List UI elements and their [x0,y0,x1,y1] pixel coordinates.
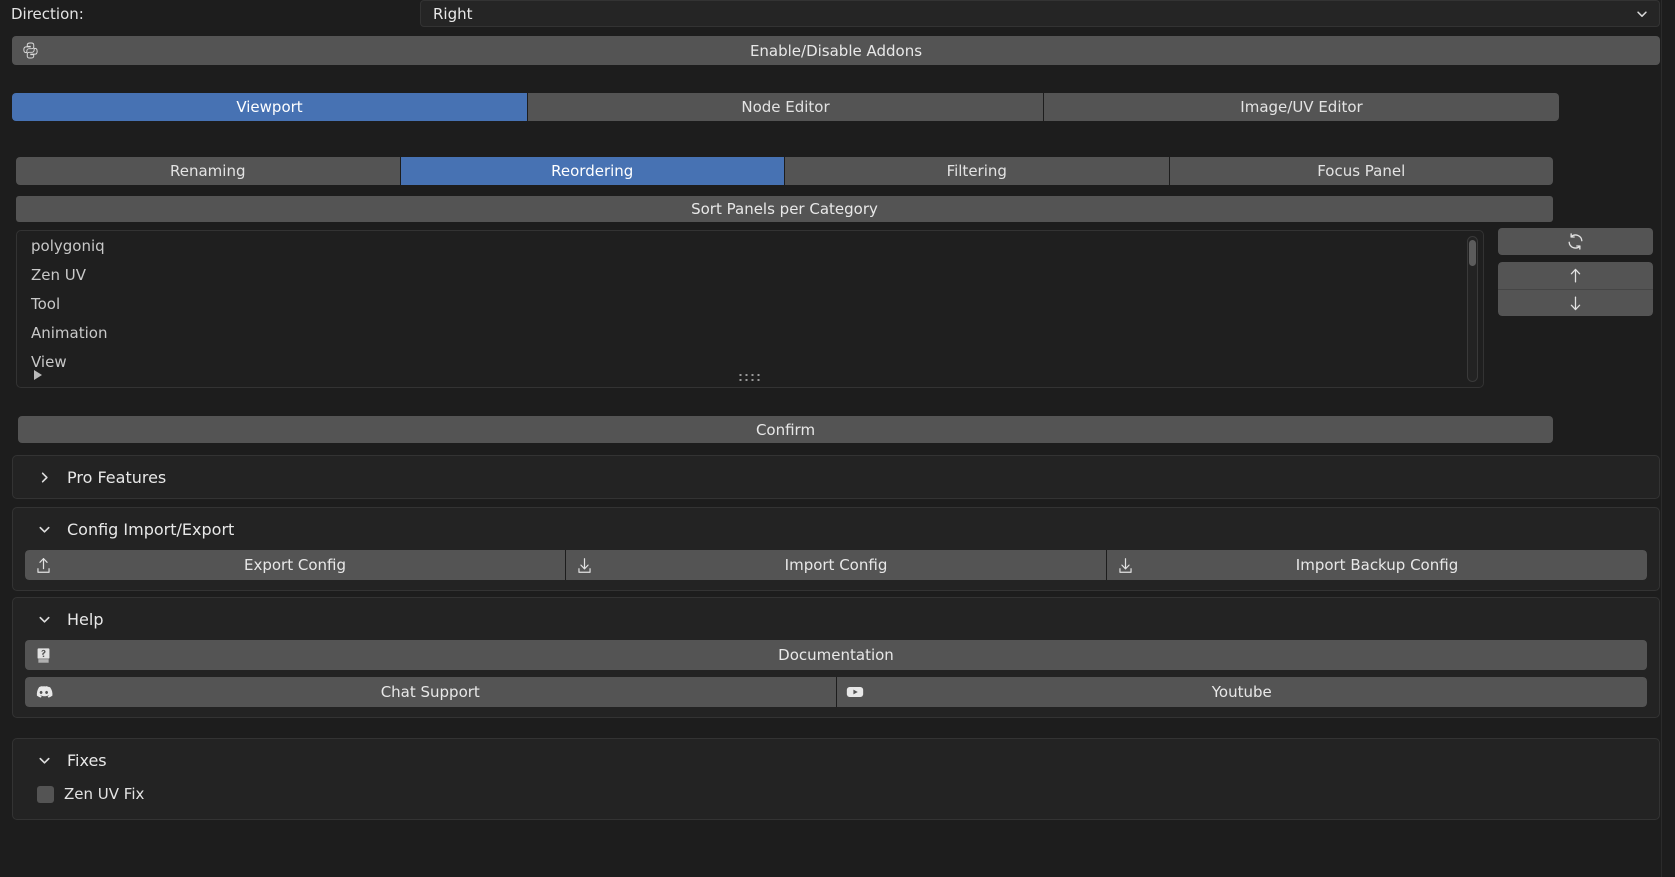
panel-help-title: Help [67,609,104,629]
list-item[interactable]: Zen UV [17,260,1483,289]
zen-uv-fix-checkbox-row[interactable]: Zen UV Fix [25,781,1647,809]
window-scrollbar[interactable] [1661,0,1675,877]
move-up-button[interactable] [1498,262,1653,289]
move-down-button[interactable] [1498,289,1653,316]
discord-icon [33,682,53,702]
manual-question-icon [33,645,53,665]
panel-config-import-export: Config Import/Export Export Config Impor… [12,507,1660,591]
panel-pro-features-title: Pro Features [67,467,167,487]
export-config-button[interactable]: Export Config [25,550,566,580]
panel-pro-features: Pro Features [12,455,1660,499]
tab-image-uv-editor[interactable]: Image/UV Editor [1044,93,1559,121]
panel-fixes-title: Fixes [67,750,107,770]
list-footer [17,363,1483,387]
download-icon [574,555,594,575]
panel-fixes-header[interactable]: Fixes [13,739,1659,781]
documentation-label: Documentation [778,646,894,664]
list-scrollbar[interactable] [1467,236,1478,382]
config-buttons-bar: Export Config Import Config Import Backu… [25,550,1647,580]
tab-node-editor[interactable]: Node Editor [528,93,1044,121]
list-side-buttons [1498,228,1653,316]
addon-preferences-screen: Direction: Right Enable/Disable Addons V… [0,0,1675,877]
list-item[interactable]: Tool [17,289,1483,318]
help-links-bar: Chat Support Youtube [25,677,1647,707]
panel-config-title: Config Import/Export [67,519,235,539]
chevron-right-icon [35,468,53,486]
import-config-button[interactable]: Import Config [566,550,1107,580]
tab-viewport[interactable]: Viewport [12,93,528,121]
category-list[interactable]: polygoniq Zen UV Tool Animation View [16,230,1484,388]
zen-uv-fix-label: Zen UV Fix [64,785,145,803]
panel-fixes-body: Zen UV Fix [13,781,1659,819]
triangle-right-icon[interactable] [34,370,42,380]
enable-disable-addons-button[interactable]: Enable/Disable Addons [12,36,1660,65]
arrow-down-icon [1566,294,1585,313]
panel-help-header[interactable]: Help [13,598,1659,640]
list-scrollbar-thumb[interactable] [1469,240,1476,266]
refresh-icon [1566,232,1585,251]
chevron-down-icon [35,610,53,628]
panel-help: Help Documentation Chat Support Youtube [12,597,1660,718]
confirm-button[interactable]: Confirm [18,416,1553,443]
tab-reordering[interactable]: Reordering [400,157,785,185]
panel-config-body: Export Config Import Config Import Backu… [13,550,1659,590]
direction-value: Right [433,4,473,23]
python-logo-icon [20,41,40,61]
drag-grip-icon[interactable] [739,374,761,376]
tab-focus-panel[interactable]: Focus Panel [1169,157,1553,185]
panel-config-header[interactable]: Config Import/Export [13,508,1659,550]
chevron-down-icon [35,751,53,769]
chevron-down-icon [1635,7,1649,21]
direction-label: Direction: [11,5,84,23]
youtube-label: Youtube [1211,683,1272,701]
zen-uv-fix-checkbox[interactable] [37,785,54,803]
panel-help-body: Documentation Chat Support Youtube [13,640,1659,717]
panel-fixes: Fixes Zen UV Fix [12,738,1660,820]
reorder-button-group [1498,262,1653,316]
import-backup-config-button[interactable]: Import Backup Config [1107,550,1647,580]
tab-filtering[interactable]: Filtering [785,157,1170,185]
direction-dropdown[interactable]: Right [420,0,1660,27]
refresh-button[interactable] [1498,228,1653,255]
import-backup-config-label: Import Backup Config [1295,556,1459,574]
upload-icon [33,555,53,575]
list-item[interactable]: Animation [17,318,1483,347]
import-config-label: Import Config [784,556,888,574]
list-item[interactable]: polygoniq [17,231,1483,260]
sort-panels-header: Sort Panels per Category [16,196,1553,222]
chat-support-label: Chat Support [380,683,480,701]
chat-support-button[interactable]: Chat Support [25,677,837,707]
chevron-down-icon [35,520,53,538]
editor-tabs: Viewport Node Editor Image/UV Editor [12,93,1559,121]
arrow-up-icon [1566,266,1585,285]
enable-disable-addons-label: Enable/Disable Addons [749,41,923,60]
download-icon [1115,555,1135,575]
youtube-icon [845,682,865,702]
mode-tabs: Renaming Reordering Filtering Focus Pane… [16,157,1553,185]
export-config-label: Export Config [244,556,346,574]
youtube-button[interactable]: Youtube [836,677,1647,707]
direction-row: Direction: Right [0,0,1675,28]
confirm-label: Confirm [755,420,816,439]
panel-pro-features-header[interactable]: Pro Features [13,456,1659,498]
tab-renaming[interactable]: Renaming [16,157,401,185]
documentation-button[interactable]: Documentation [25,640,1647,670]
